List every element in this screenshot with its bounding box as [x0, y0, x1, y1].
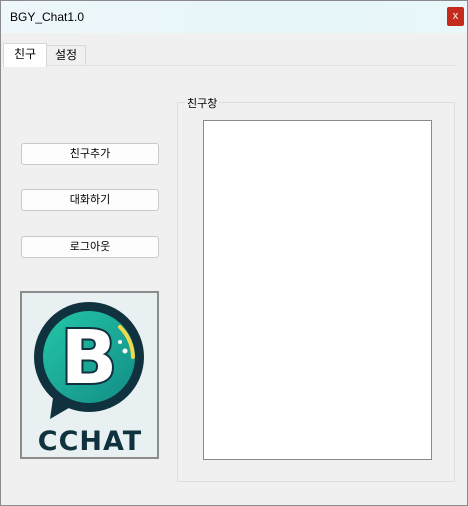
app-logo: B CCHAT — [20, 291, 159, 459]
tab-divider — [47, 65, 455, 66]
friend-list[interactable] — [203, 120, 432, 460]
friend-list-group-label: 친구창 — [185, 95, 220, 111]
main-window: BGY_Chat1.0 x 친구 설정 친구추가 대화하기 로그아웃 B CCH… — [0, 0, 468, 506]
close-button[interactable]: x — [447, 7, 464, 26]
window-title: BGY_Chat1.0 — [10, 10, 85, 24]
logo-letter: B — [61, 315, 117, 401]
tab-settings[interactable]: 설정 — [46, 45, 86, 65]
logout-button[interactable]: 로그아웃 — [21, 236, 159, 258]
start-chat-button[interactable]: 대화하기 — [21, 189, 159, 211]
tab-friends[interactable]: 친구 — [3, 43, 47, 67]
title-bar[interactable]: BGY_Chat1.0 x — [1, 1, 467, 33]
add-friend-button[interactable]: 친구추가 — [21, 143, 159, 165]
logo-wordmark: CCHAT — [38, 426, 142, 457]
app-logo-graphic: B CCHAT — [22, 293, 157, 457]
